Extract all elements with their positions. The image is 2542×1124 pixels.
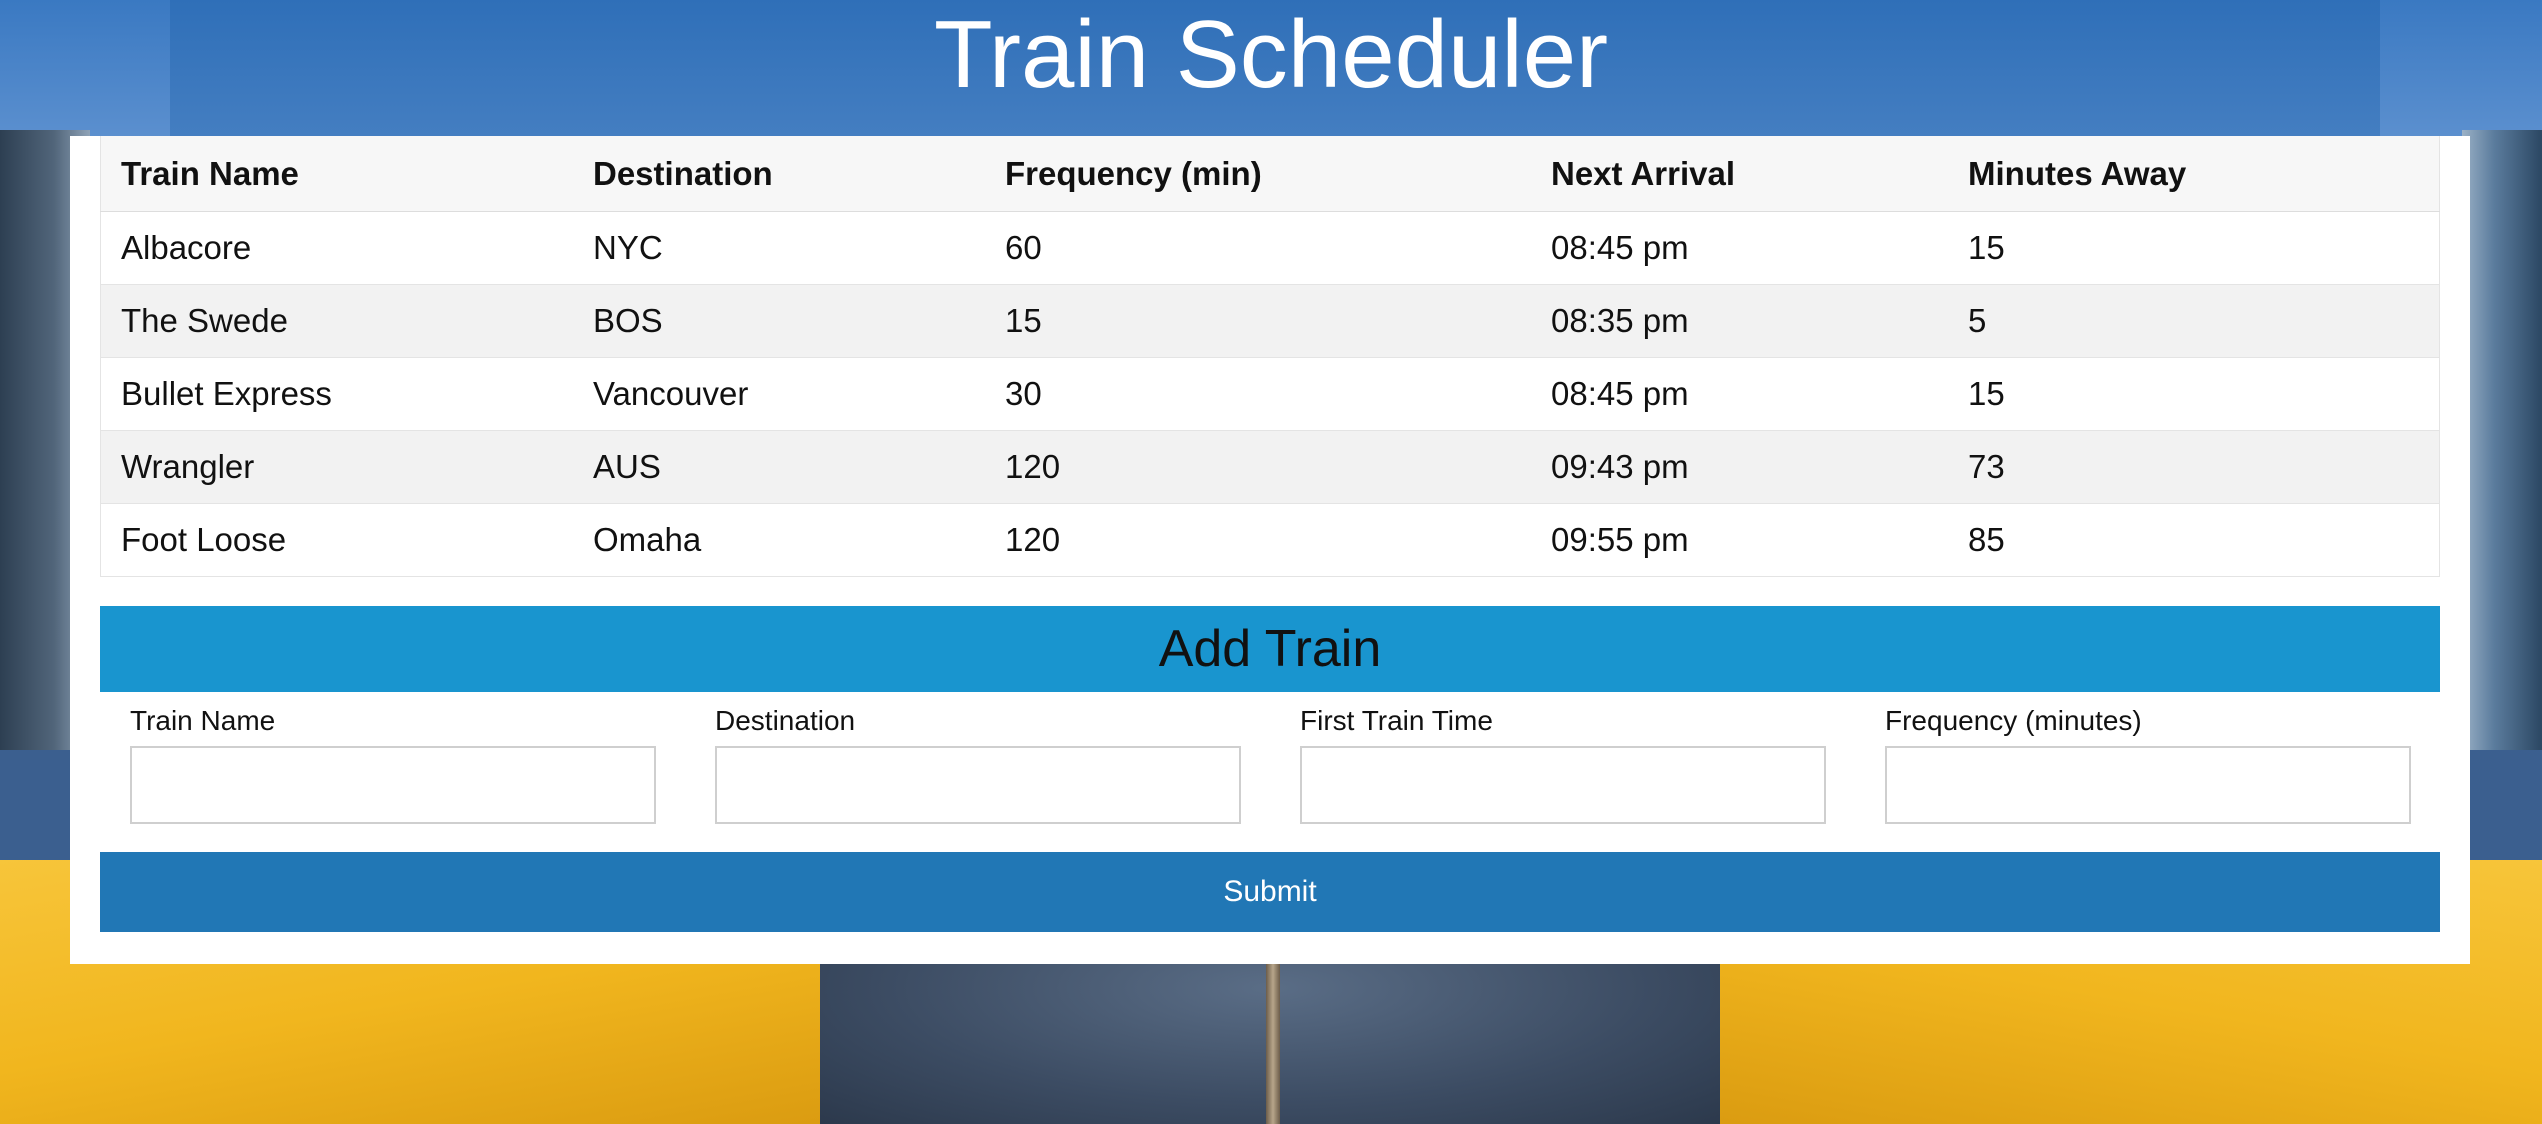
add-train-form: Train Name Destination First Train Time … (130, 702, 2411, 832)
submit-button[interactable]: Submit (100, 852, 2440, 932)
background-window-right (2462, 130, 2542, 750)
column-header-destination: Destination (573, 136, 985, 212)
cell-frequency: 120 (985, 503, 1531, 577)
cell-next-arrival: 08:45 pm (1531, 211, 1948, 285)
cell-destination: Vancouver (573, 357, 985, 431)
field-destination: Destination (715, 702, 1241, 824)
table-row: Albacore NYC 60 08:45 pm 15 (100, 211, 2440, 285)
frequency-label: Frequency (minutes) (1885, 705, 2142, 736)
page-title: Train Scheduler (933, 1, 1609, 108)
cell-minutes-away: 85 (1948, 503, 2440, 577)
cell-minutes-away: 15 (1948, 357, 2440, 431)
cell-next-arrival: 09:43 pm (1531, 430, 1948, 504)
cell-destination: AUS (573, 430, 985, 504)
main-panel: Train Name Destination Frequency (min) N… (70, 136, 2470, 964)
background-pole (1266, 950, 1280, 1124)
table-header-row: Train Name Destination Frequency (min) N… (100, 136, 2440, 212)
cell-train-name: Albacore (100, 211, 573, 285)
cell-minutes-away: 5 (1948, 284, 2440, 358)
first-train-time-label: First Train Time (1300, 705, 1493, 736)
table-row: Bullet Express Vancouver 30 08:45 pm 15 (100, 357, 2440, 431)
table-row: The Swede BOS 15 08:35 pm 5 (100, 284, 2440, 358)
column-header-minutes-away: Minutes Away (1948, 136, 2440, 212)
cell-train-name: Wrangler (100, 430, 573, 504)
schedule-table: Train Name Destination Frequency (min) N… (100, 136, 2440, 577)
cell-frequency: 60 (985, 211, 1531, 285)
cell-next-arrival: 08:45 pm (1531, 357, 1948, 431)
destination-label: Destination (715, 705, 856, 736)
column-header-frequency: Frequency (min) (985, 136, 1531, 212)
column-header-next-arrival: Next Arrival (1531, 136, 1948, 212)
cell-frequency: 15 (985, 284, 1531, 358)
cell-destination: Omaha (573, 503, 985, 577)
field-train-name: Train Name (130, 702, 656, 824)
cell-minutes-away: 15 (1948, 211, 2440, 285)
table-row: Foot Loose Omaha 120 09:55 pm 85 (100, 503, 2440, 577)
cell-frequency: 120 (985, 430, 1531, 504)
cell-minutes-away: 73 (1948, 430, 2440, 504)
field-frequency: Frequency (minutes) (1885, 702, 2411, 824)
destination-input[interactable] (715, 746, 1241, 824)
column-header-train-name: Train Name (100, 136, 573, 212)
cell-train-name: The Swede (100, 284, 573, 358)
cell-next-arrival: 08:35 pm (1531, 284, 1948, 358)
first-train-time-input[interactable] (1300, 746, 1826, 824)
table-row: Wrangler AUS 120 09:43 pm 73 (100, 430, 2440, 504)
cell-next-arrival: 09:55 pm (1531, 503, 1948, 577)
cell-train-name: Bullet Express (100, 357, 573, 431)
field-first-train-time: First Train Time (1300, 702, 1826, 824)
cell-train-name: Foot Loose (100, 503, 573, 577)
frequency-input[interactable] (1885, 746, 2411, 824)
train-name-label: Train Name (130, 705, 276, 736)
cell-destination: BOS (573, 284, 985, 358)
cell-frequency: 30 (985, 357, 1531, 431)
train-name-input[interactable] (130, 746, 656, 824)
add-train-heading: Add Train (100, 606, 2440, 692)
cell-destination: NYC (573, 211, 985, 285)
